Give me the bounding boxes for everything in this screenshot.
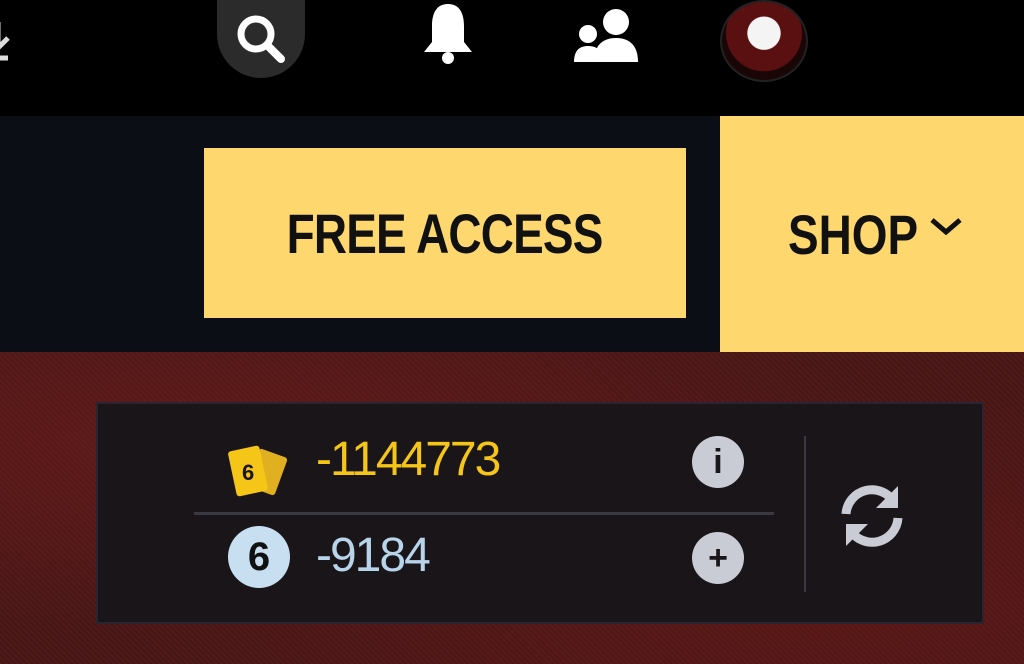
free-access-button[interactable]: FREE ACCESS <box>204 148 686 318</box>
vertical-divider <box>804 436 806 592</box>
plus-icon: + <box>708 538 728 577</box>
shop-menu-button[interactable]: SHOP <box>720 116 1024 352</box>
coin-icon: 6 <box>228 526 290 588</box>
coins-row: 6 -9184 + <box>98 510 798 606</box>
tickets-row: 6 -1144773 i <box>98 414 798 510</box>
tickets-balance: -1144773 <box>316 433 501 486</box>
friends-icon[interactable] <box>574 4 640 66</box>
top-bar <box>0 0 1024 116</box>
add-coins-button[interactable]: + <box>692 532 744 584</box>
search-icon <box>237 15 285 63</box>
content-area: 6 -1144773 i 6 -9184 + <box>0 352 1024 664</box>
bell-icon[interactable] <box>420 0 476 68</box>
search-button[interactable] <box>217 0 305 78</box>
info-icon: i <box>713 442 723 481</box>
info-button[interactable]: i <box>692 436 744 488</box>
chevron-down-icon <box>930 218 962 236</box>
tickets-icon: 6 <box>228 445 288 497</box>
wallet-panel: 6 -1144773 i 6 -9184 + <box>96 402 984 624</box>
svg-text:6: 6 <box>242 460 254 485</box>
refresh-icon[interactable] <box>832 476 912 556</box>
coins-balance: -9184 <box>316 529 431 582</box>
avatar[interactable] <box>720 0 808 82</box>
shop-label: SHOP <box>788 202 919 266</box>
download-icon[interactable] <box>0 14 22 70</box>
free-access-label: FREE ACCESS <box>287 201 604 265</box>
main-nav: FREE ACCESS SHOP <box>0 116 1024 352</box>
